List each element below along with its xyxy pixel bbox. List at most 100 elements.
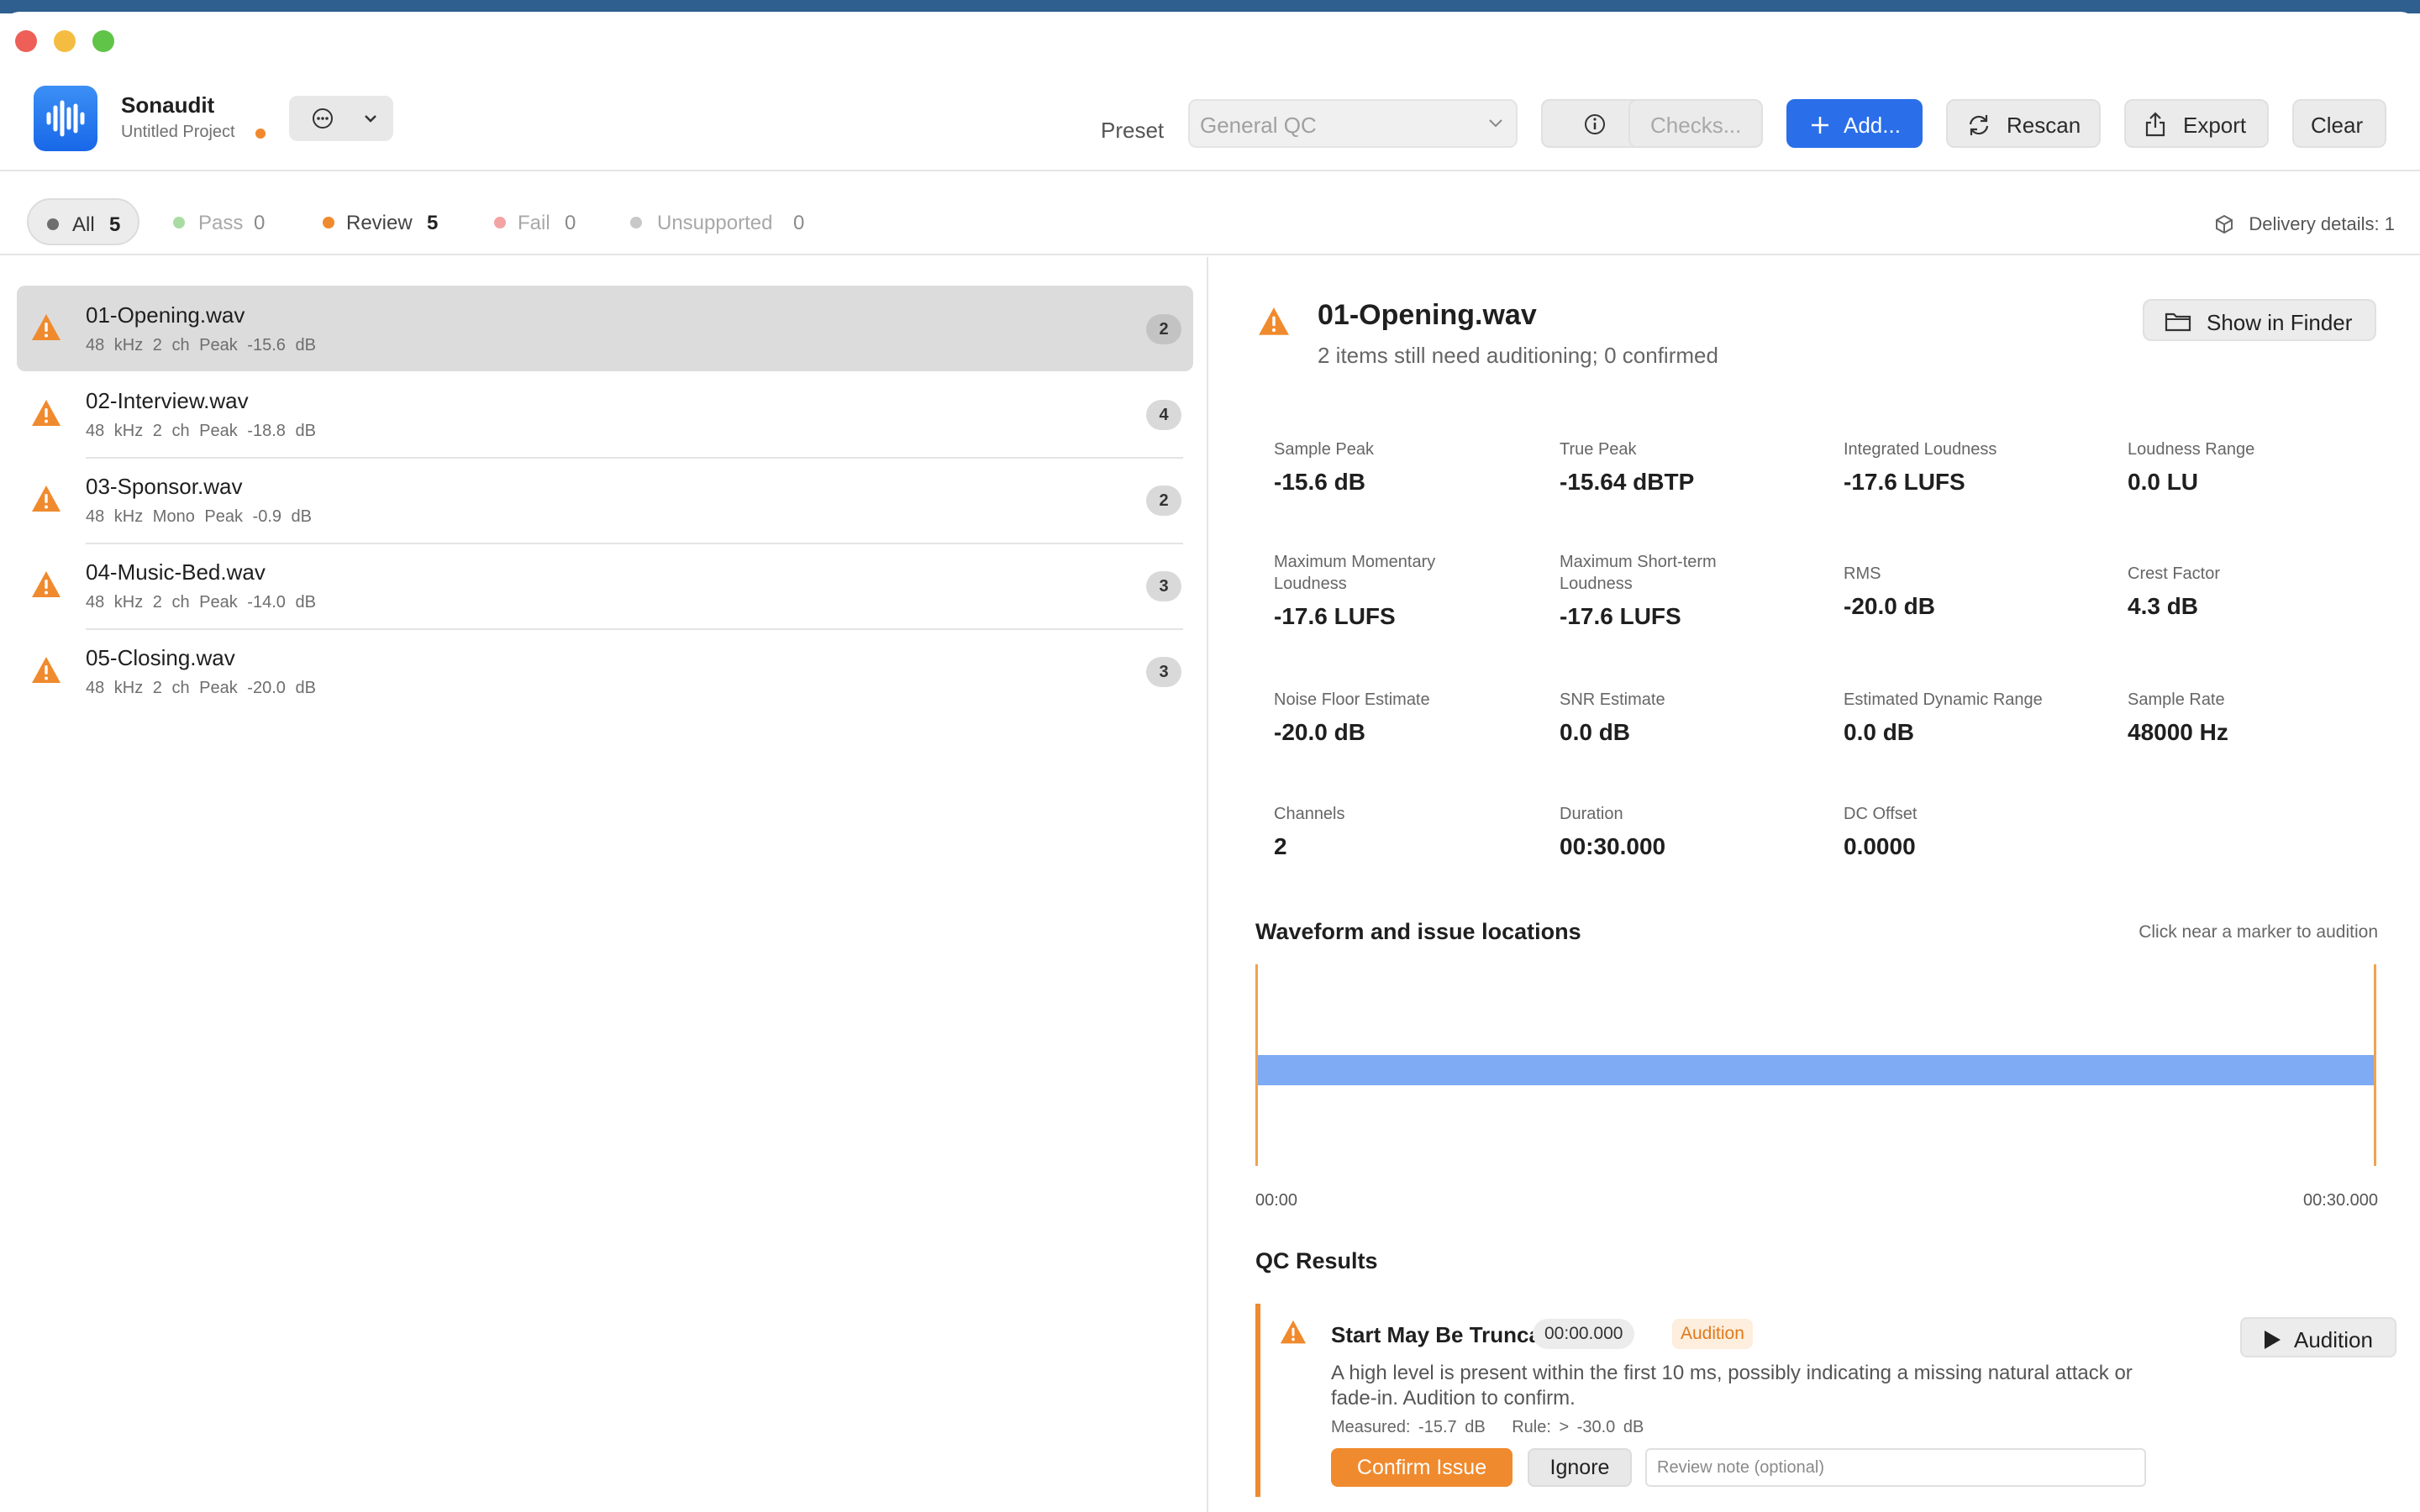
metric-max-momentary-loudness: Maximum Momentary Loudness -17.6 LUFS [1274, 551, 1476, 630]
review-note-input[interactable] [1657, 1458, 2128, 1478]
checks-label: Checks... [1650, 113, 1742, 138]
metric-label: DC Offset [1844, 805, 1918, 823]
confirm-issue-button[interactable]: Confirm Issue [1331, 1448, 1512, 1487]
metric-label: True Peak [1560, 440, 1637, 459]
rescan-button[interactable]: Rescan [1946, 99, 2101, 148]
app-name: Sonaudit [121, 92, 215, 118]
rescan-label: Rescan [2007, 113, 2081, 138]
metric-label: Integrated Loudness [1844, 440, 1997, 459]
issue-count-badge: 2 [1146, 486, 1181, 516]
metric-value: 2 [1274, 833, 1287, 859]
issue-marker[interactable] [1255, 964, 1258, 1166]
status-dot [323, 217, 334, 228]
file-list: 01-Opening.wav 48 kHz 2 ch Peak -15.6 dB… [0, 257, 1208, 1512]
metric-value: 0.0 LU [2128, 469, 2199, 495]
folder-icon [2165, 312, 2191, 332]
issue-rule: Rule: > -30.0 dB [1512, 1418, 1644, 1436]
show-in-finder-button[interactable]: Show in Finder [2143, 299, 2376, 341]
warning-icon [32, 400, 60, 426]
metric-label: Maximum Short-term Loudness [1560, 553, 1717, 593]
delivery-details[interactable]: Delivery details: 1 [2216, 213, 2395, 235]
file-meta: 48 kHz 2 ch Peak -14.0 dB [86, 593, 316, 612]
filter-unsupported[interactable]: Unsupported 0 [627, 198, 829, 245]
add-button[interactable]: Add... [1786, 99, 1923, 148]
more-menu-button[interactable] [289, 96, 393, 141]
issue-timestamp[interactable]: 00:00.000 [1533, 1319, 1635, 1349]
metric-label: Crest Factor [2128, 564, 2221, 583]
filter-review[interactable]: Review 5 [319, 198, 454, 245]
file-row[interactable]: 01-Opening.wav 48 kHz 2 ch Peak -15.6 dB… [17, 286, 1193, 371]
audition-button[interactable]: Audition [2240, 1317, 2396, 1357]
filter-label: All [72, 213, 95, 236]
file-row[interactable]: 05-Closing.wav 48 kHz 2 ch Peak -20.0 dB… [17, 628, 1193, 714]
file-row[interactable]: 03-Sponsor.wav 48 kHz Mono Peak -0.9 dB … [17, 457, 1193, 544]
metric-value: 0.0000 [1844, 833, 1916, 859]
preset-value: General QC [1200, 113, 1317, 138]
metric-label: Estimated Dynamic Range [1844, 690, 2043, 709]
metric-sample-peak: Sample Peak -15.6 dB [1274, 438, 1543, 496]
project-name: Untitled Project [121, 123, 235, 141]
metric-duration: Duration 00:30.000 [1560, 803, 1828, 860]
unsaved-indicator [255, 129, 266, 139]
waveform-view[interactable] [1255, 964, 2376, 1166]
issue-marker[interactable] [2374, 964, 2376, 1166]
add-label: Add... [1844, 113, 1901, 138]
metric-loudness-range: Loudness Range 0.0 LU [2128, 438, 2396, 496]
ignore-button[interactable]: Ignore [1528, 1448, 1632, 1487]
app-window: Sonaudit Untitled Project Preset General… [0, 12, 2420, 1512]
show-in-finder-label: Show in Finder [2207, 310, 2353, 335]
filter-fail[interactable]: Fail 0 [491, 198, 592, 245]
filter-label: Fail [518, 212, 550, 234]
clear-button[interactable]: Clear [2292, 99, 2386, 148]
plus-icon [1812, 117, 1828, 134]
play-icon [2265, 1331, 2281, 1349]
package-icon [2216, 214, 2233, 234]
file-name: 01-Opening.wav [86, 302, 245, 328]
checks-button[interactable]: Checks... [1628, 99, 1763, 148]
warning-icon [32, 314, 60, 340]
file-name: 04-Music-Bed.wav [86, 559, 266, 585]
metric-label: Noise Floor Estimate [1274, 690, 1430, 709]
export-label: Export [2183, 113, 2247, 138]
issue-measurements: Measured: -15.7 dB Rule: > -30.0 dB [1331, 1418, 1662, 1437]
file-meta: 48 kHz Mono Peak -0.9 dB [86, 507, 313, 526]
waveform-hint: Click near a marker to audition [2139, 922, 2378, 942]
metric-rms: RMS -20.0 dB [1844, 563, 2112, 620]
file-row[interactable]: 04-Music-Bed.wav 48 kHz 2 ch Peak -14.0 … [17, 543, 1193, 630]
status-dot [494, 217, 506, 228]
metric-label: Sample Rate [2128, 690, 2225, 709]
filter-all[interactable]: All 5 [27, 198, 139, 245]
warning-icon [32, 486, 60, 512]
status-dot [47, 218, 59, 230]
filter-label: Review [346, 212, 413, 234]
export-button[interactable]: Export [2124, 99, 2269, 148]
metric-label: SNR Estimate [1560, 690, 1665, 709]
filter-label: Pass [198, 212, 244, 234]
issue-measured: Measured: -15.7 dB [1331, 1418, 1486, 1436]
app-icon [34, 86, 97, 151]
metric-value: -17.6 LUFS [1560, 603, 1681, 629]
metric-label: Channels [1274, 805, 1345, 823]
status-filter-bar: All 5 Pass 0 Review 5 Fail 0 Unsupported… [0, 173, 2420, 255]
metric-max-short-term-loudness: Maximum Short-term Loudness -17.6 LUFS [1560, 551, 1719, 630]
filter-pass[interactable]: Pass 0 [170, 198, 279, 245]
file-row[interactable]: 02-Interview.wav 48 kHz 2 ch Peak -18.8 … [17, 371, 1193, 459]
preset-select[interactable]: General QC [1188, 99, 1518, 148]
metric-value: -20.0 dB [1844, 593, 1935, 619]
issue-count-badge: 3 [1146, 657, 1181, 687]
file-meta: 48 kHz 2 ch Peak -20.0 dB [86, 679, 316, 697]
warning-icon [1280, 1320, 1307, 1344]
warning-icon [32, 657, 60, 683]
chevron-down-icon [1489, 119, 1502, 128]
qc-issue-card: Start May Be Truncated 00:00.000 Auditio… [1255, 1304, 2396, 1497]
filter-count: 0 [254, 212, 266, 234]
issue-description: A high level is present within the first… [1331, 1362, 2133, 1410]
filter-count: 0 [565, 212, 576, 234]
metric-value: 48000 Hz [2128, 719, 2228, 745]
refresh-icon [1969, 115, 1989, 135]
filter-count: 0 [793, 212, 805, 234]
metric-snr: SNR Estimate 0.0 dB [1560, 689, 1828, 746]
metric-label: Duration [1560, 805, 1623, 823]
delivery-details-label: Delivery details: 1 [2249, 213, 2395, 234]
review-note-field[interactable] [1645, 1448, 2146, 1487]
